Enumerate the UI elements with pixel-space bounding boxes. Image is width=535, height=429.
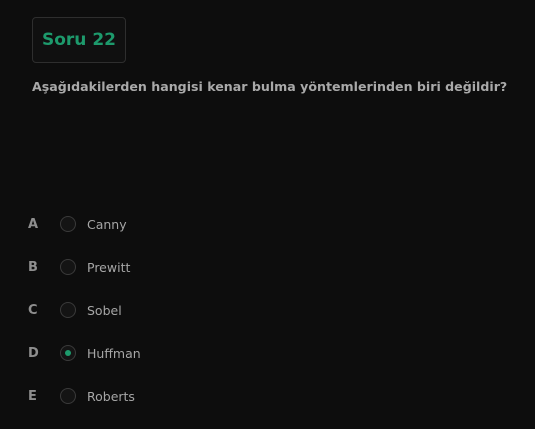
radio-button[interactable]	[60, 302, 76, 318]
option-label: Sobel	[87, 302, 122, 318]
option-a[interactable]: A Canny	[28, 212, 127, 236]
option-letter: E	[28, 388, 37, 404]
question-number-badge: Soru 22	[32, 17, 126, 63]
radio-button[interactable]	[60, 216, 76, 232]
radio-button[interactable]	[60, 345, 76, 361]
option-letter: C	[28, 302, 38, 318]
question-text: Aşağıdakilerden hangisi kenar bulma yönt…	[32, 79, 508, 94]
option-e[interactable]: E Roberts	[28, 384, 135, 408]
quiz-page: Soru 22 Aşağıdakilerden hangisi kenar bu…	[0, 0, 535, 429]
option-letter: A	[28, 216, 39, 232]
option-c[interactable]: C Sobel	[28, 298, 122, 322]
option-d[interactable]: D Huffman	[28, 341, 141, 365]
question-number: Soru 22	[42, 30, 116, 50]
option-label: Roberts	[87, 388, 135, 404]
radio-button[interactable]	[60, 388, 76, 404]
option-letter: D	[28, 345, 39, 361]
option-b[interactable]: B Prewitt	[28, 255, 130, 279]
option-label: Huffman	[87, 345, 141, 361]
option-label: Canny	[87, 216, 127, 232]
option-label: Prewitt	[87, 259, 131, 275]
option-letter: B	[28, 259, 38, 275]
radio-button[interactable]	[60, 259, 76, 275]
